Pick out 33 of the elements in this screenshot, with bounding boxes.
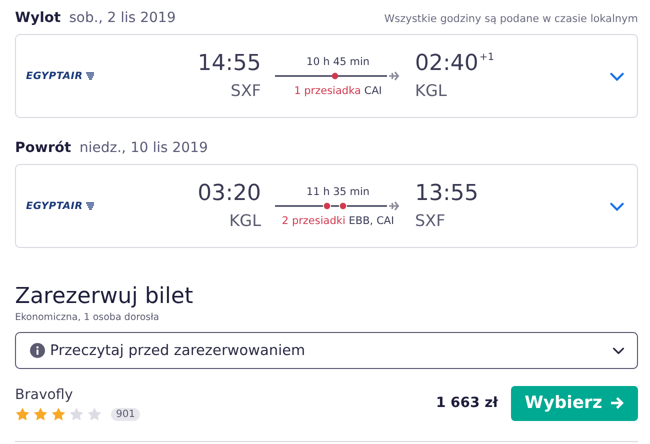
arrival-airport: SXF (415, 210, 446, 230)
flight-duration: 11 h 35 min (306, 186, 370, 198)
arrival-time: 13:55 (415, 182, 480, 207)
stopover-info: 2 przesiadki EBB, CAI (282, 214, 394, 226)
info-dropdown[interactable]: Przeczytaj przed zarezerwowaniem (15, 332, 638, 369)
departure-airport: SXF (230, 80, 261, 100)
departure-time: 14:55 (196, 52, 261, 77)
flight-card[interactable]: EGYPTAIR 03:20 KGL 11 h 35 min 2 przesiadki EBB, CAI 13:55 SXF (15, 164, 638, 248)
arrow-icon (610, 397, 624, 409)
fare-details: Ekonomiczna, 1 osoba dorosła (15, 312, 160, 323)
chevron-icon[interactable] (612, 346, 625, 354)
departure-airport: KGL (228, 210, 261, 230)
ticket-price: 1 663 zł (436, 395, 498, 411)
star-icon (15, 407, 30, 421)
flight-duration: 10 h 45 min (306, 56, 370, 68)
airline-logo: EGYPTAIR (16, 70, 95, 82)
timezone-note: Wszystkie godziny są podane w czasie lokalnym (384, 13, 638, 25)
departure-time: 03:20 (196, 182, 261, 207)
expand-chevron-icon[interactable] (609, 202, 625, 212)
section-title: Zarezerwuj bilet (15, 284, 194, 309)
star-icon (87, 407, 102, 421)
info-icon (30, 343, 45, 358)
review-count: 901 (111, 408, 140, 420)
star-icon (51, 407, 66, 421)
provider-name: Bravofly (15, 387, 74, 403)
leg-date: Wylot sob., 2 lis 2019 (15, 10, 176, 26)
airline-logo: EGYPTAIR (16, 200, 95, 212)
star-icon (33, 407, 48, 421)
stopover-info: 1 przesiadka CAI (294, 84, 382, 96)
leg-date: Powrót niedz., 10 lis 2019 (15, 140, 208, 156)
star-icon (69, 407, 84, 421)
expand-chevron-icon[interactable] (609, 72, 625, 82)
arrival-airport: KGL (415, 80, 448, 100)
